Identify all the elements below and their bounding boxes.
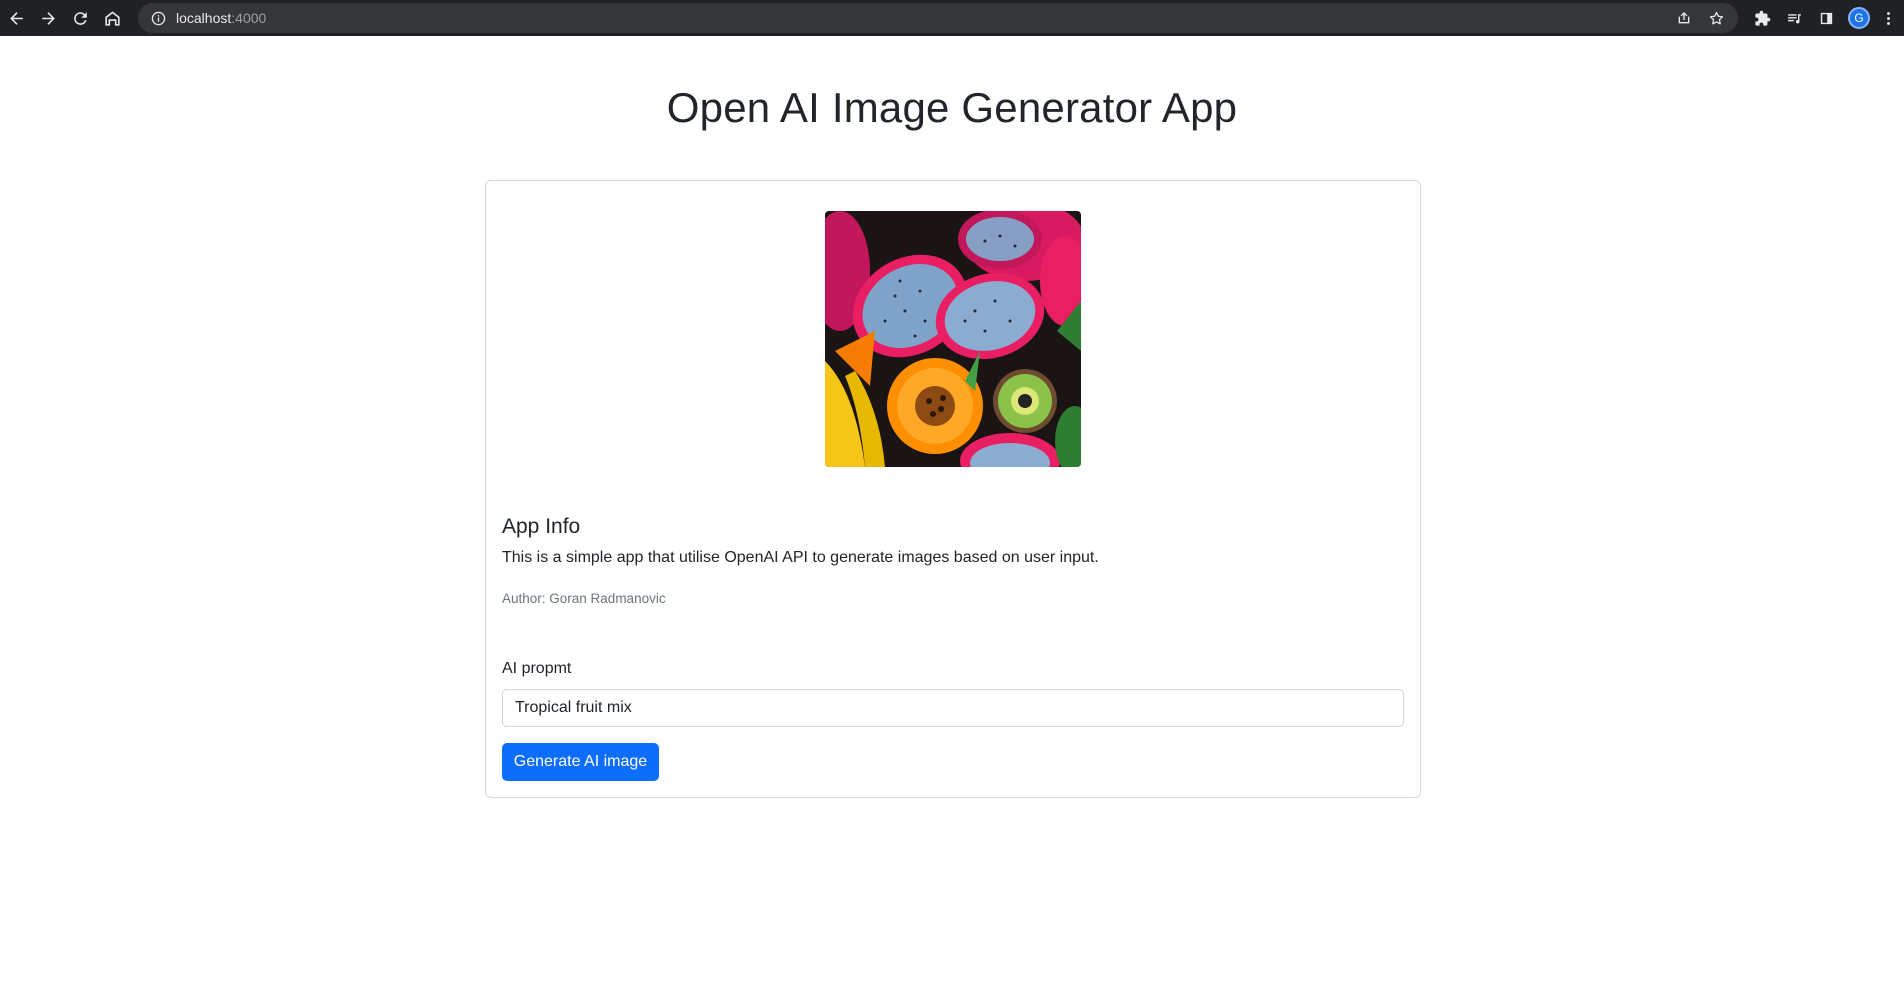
forward-arrow-icon[interactable] [32, 0, 64, 36]
reload-icon[interactable] [64, 0, 96, 36]
app-card: App Info This is a simple app that utili… [485, 180, 1421, 798]
url-port: :4000 [231, 10, 267, 26]
prompt-label: AI propmt [502, 660, 572, 677]
fruit-image-illustration [825, 211, 1081, 467]
media-queue-icon[interactable] [1778, 0, 1810, 36]
side-panel-icon[interactable] [1810, 0, 1842, 36]
share-icon[interactable] [1668, 0, 1700, 36]
browser-toolbar: localhost:4000 G [0, 0, 1904, 36]
address-bar[interactable]: localhost:4000 [138, 3, 1738, 33]
home-icon[interactable] [96, 0, 128, 36]
profile-avatar[interactable]: G [1848, 7, 1870, 29]
app-info-heading: App Info [502, 515, 581, 538]
prompt-input[interactable] [502, 689, 1404, 727]
generated-image [825, 211, 1081, 467]
star-icon[interactable] [1700, 0, 1732, 36]
info-icon[interactable] [150, 10, 166, 26]
kebab-menu-icon[interactable] [1876, 0, 1900, 36]
back-arrow-icon[interactable] [0, 0, 32, 36]
url-host: localhost [176, 10, 232, 26]
generate-image-button[interactable]: Generate AI image [502, 743, 659, 781]
extensions-icon[interactable] [1746, 0, 1778, 36]
app-description: This is a simple app that utilise OpenAI… [502, 549, 1099, 566]
page-title: Open AI Image Generator App [666, 84, 1238, 131]
author-text: Author: Goran Radmanovic [502, 591, 666, 606]
